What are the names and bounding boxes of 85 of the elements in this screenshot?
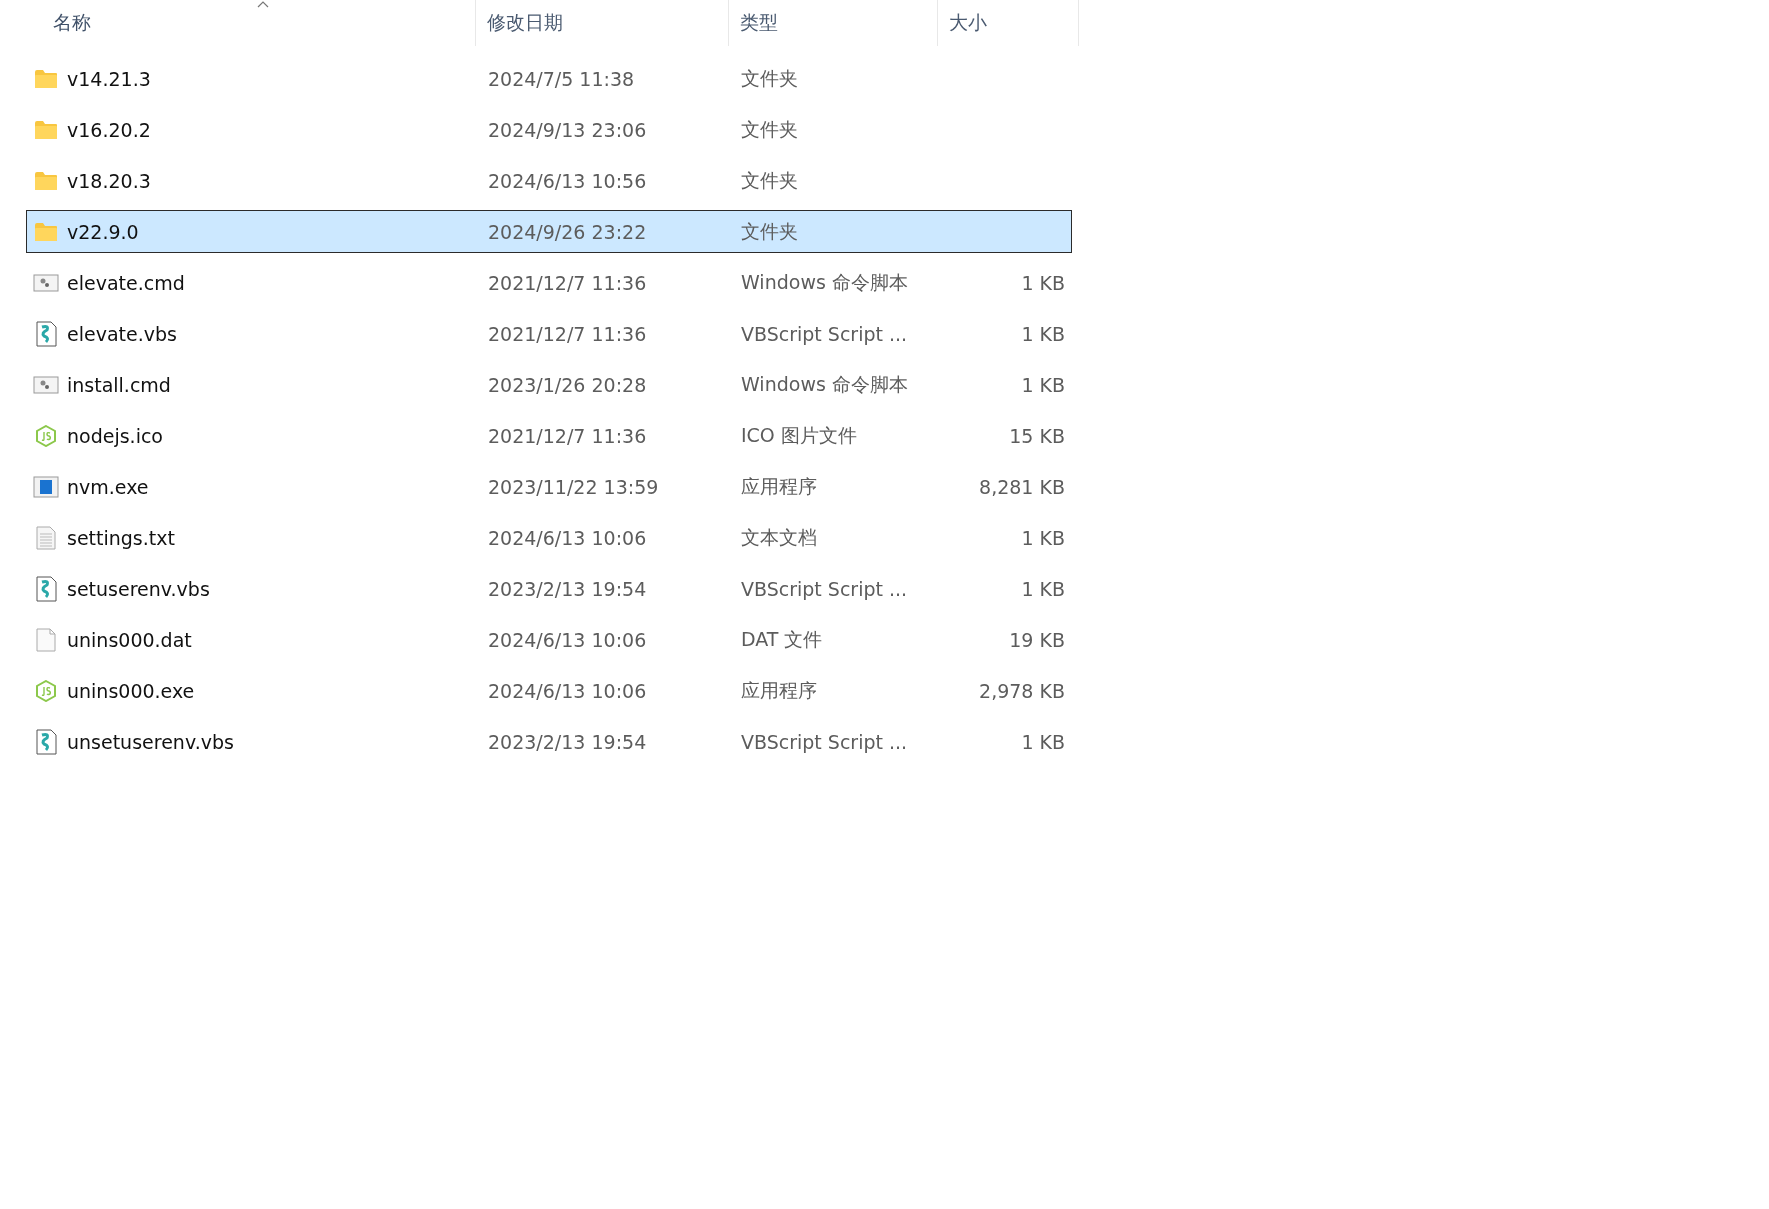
file-size: 15 KB xyxy=(1008,424,1066,447)
column-header[interactable]: 类型 xyxy=(729,0,938,46)
file-row[interactable]: nodejs.ico 2021/12/7 11:36 ICO 图片文件 15 KB xyxy=(26,414,1072,457)
file-row[interactable]: elevate.vbs 2021/12/7 11:36 VBScript Script ... 1 KB xyxy=(26,312,1072,355)
column-header[interactable]: 修改日期 xyxy=(476,0,729,46)
blank-file-icon xyxy=(33,627,59,652)
file-type: 应用程序 xyxy=(740,473,818,499)
file-name: elevate.cmd xyxy=(67,271,185,294)
file-row[interactable]: setuserenv.vbs 2023/2/13 19:54 VBScript Script ... 1 KB xyxy=(26,567,1072,610)
modified-date: 2023/1/26 20:28 xyxy=(487,373,648,396)
file-size: 1 KB xyxy=(1020,373,1066,396)
file-name: v14.21.3 xyxy=(67,67,151,90)
file-type: DAT 文件 xyxy=(740,626,824,652)
file-row[interactable]: unsetuserenv.vbs 2023/2/13 19:54 VBScript Script ... 1 KB xyxy=(26,720,1072,763)
file-size: 1 KB xyxy=(1020,271,1066,294)
file-type: 文件夹 xyxy=(740,65,799,91)
file-type: 文件夹 xyxy=(740,218,799,244)
file-row[interactable]: v16.20.2 2024/9/13 23:06 文件夹 xyxy=(26,108,1072,151)
text-document-icon xyxy=(33,525,59,550)
file-type: 文件夹 xyxy=(740,167,799,193)
file-row[interactable]: v18.20.3 2024/6/13 10:56 文件夹 xyxy=(26,159,1072,202)
file-type: ICO 图片文件 xyxy=(740,422,858,448)
gear-window-icon xyxy=(33,272,59,293)
file-size: 2,978 KB xyxy=(978,679,1066,702)
file-name: unins000.exe xyxy=(67,679,195,702)
file-row[interactable]: nvm.exe 2023/11/22 13:59 应用程序 8,281 KB xyxy=(26,465,1072,508)
sort-up-icon xyxy=(256,1,269,8)
file-name: settings.txt xyxy=(67,526,175,549)
file-row[interactable]: elevate.cmd 2021/12/7 11:36 Windows 命令脚本 1 KB xyxy=(26,261,1072,304)
modified-date: 2021/12/7 11:36 xyxy=(487,424,648,447)
file-type: 文本文档 xyxy=(740,524,818,550)
modified-date: 2024/9/26 23:22 xyxy=(487,220,648,243)
script-scroll-icon xyxy=(33,320,59,347)
file-size: 1 KB xyxy=(1020,322,1066,345)
hexagon-js-icon xyxy=(33,679,59,702)
file-size: 1 KB xyxy=(1020,526,1066,549)
file-name: nvm.exe xyxy=(67,475,149,498)
modified-date: 2024/6/13 10:06 xyxy=(487,679,648,702)
folder-icon xyxy=(33,68,59,89)
gear-window-icon xyxy=(33,374,59,395)
file-name: unsetuserenv.vbs xyxy=(67,730,234,753)
modified-date: 2024/6/13 10:56 xyxy=(487,169,648,192)
file-row[interactable]: unins000.exe 2024/6/13 10:06 应用程序 2,978 KB xyxy=(26,669,1072,712)
file-row[interactable]: install.cmd 2023/1/26 20:28 Windows 命令脚本 1 KB xyxy=(26,363,1072,406)
file-name: v18.20.3 xyxy=(67,169,151,192)
file-size: 19 KB xyxy=(1008,628,1066,651)
file-name: unins000.dat xyxy=(67,628,192,651)
file-type: VBScript Script ... xyxy=(740,730,909,753)
file-type: Windows 命令脚本 xyxy=(740,269,909,295)
modified-date: 2023/2/13 19:54 xyxy=(487,730,648,753)
file-name: elevate.vbs xyxy=(67,322,177,345)
file-name: install.cmd xyxy=(67,373,171,396)
modified-date: 2024/7/5 11:38 xyxy=(487,67,636,90)
column-header[interactable]: 名称 xyxy=(0,0,476,46)
file-name: setuserenv.vbs xyxy=(67,577,210,600)
file-type: 应用程序 xyxy=(740,677,818,703)
hexagon-js-icon xyxy=(33,424,59,447)
modified-date: 2021/12/7 11:36 xyxy=(487,271,648,294)
file-name: v22.9.0 xyxy=(67,220,139,243)
file-row[interactable]: settings.txt 2024/6/13 10:06 文本文档 1 KB xyxy=(26,516,1072,559)
folder-icon xyxy=(33,170,59,191)
file-type: 文件夹 xyxy=(740,116,799,142)
file-size: 8,281 KB xyxy=(978,475,1066,498)
file-type: VBScript Script ... xyxy=(740,577,909,600)
script-scroll-icon xyxy=(33,728,59,755)
script-scroll-icon xyxy=(33,575,59,602)
file-size: 1 KB xyxy=(1020,577,1066,600)
file-name: v16.20.2 xyxy=(67,118,151,141)
modified-date: 2024/6/13 10:06 xyxy=(487,526,648,549)
column-header[interactable]: 大小 xyxy=(938,0,1079,46)
folder-icon xyxy=(33,119,59,140)
file-type: VBScript Script ... xyxy=(740,322,909,345)
file-row[interactable]: v22.9.0 2024/9/26 23:22 文件夹 xyxy=(26,210,1072,253)
modified-date: 2023/2/13 19:54 xyxy=(487,577,648,600)
file-row[interactable]: v14.21.3 2024/7/5 11:38 文件夹 xyxy=(26,57,1072,100)
modified-date: 2021/12/7 11:36 xyxy=(487,322,648,345)
modified-date: 2023/11/22 13:59 xyxy=(487,475,660,498)
file-name: nodejs.ico xyxy=(67,424,163,447)
application-window-icon xyxy=(33,475,59,498)
folder-icon xyxy=(33,221,59,242)
modified-date: 2024/9/13 23:06 xyxy=(487,118,648,141)
file-row[interactable]: unins000.dat 2024/6/13 10:06 DAT 文件 19 KB xyxy=(26,618,1072,661)
modified-date: 2024/6/13 10:06 xyxy=(487,628,648,651)
file-type: Windows 命令脚本 xyxy=(740,371,909,397)
file-size: 1 KB xyxy=(1020,730,1066,753)
